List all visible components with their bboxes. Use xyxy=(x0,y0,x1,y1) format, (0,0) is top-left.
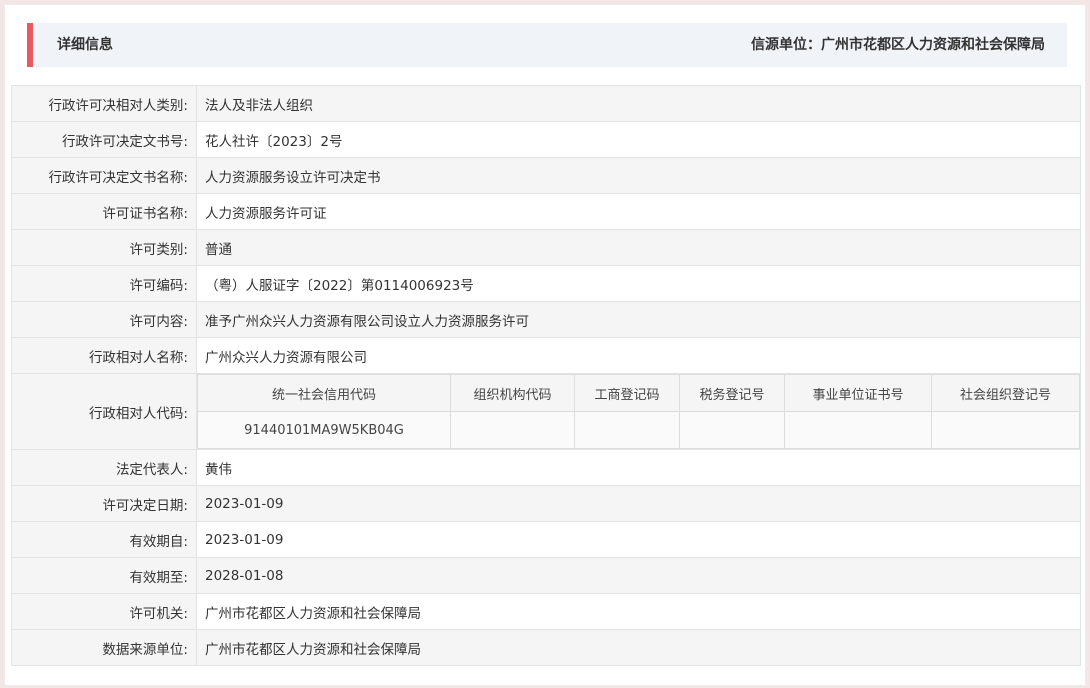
row-label: 许可内容: xyxy=(11,301,197,338)
codes-value xyxy=(574,411,680,449)
table-row: 行政相对人名称: 广州众兴人力资源有限公司 xyxy=(11,337,1081,374)
row-label: 许可证书名称: xyxy=(11,193,197,230)
table-row: 许可内容: 准予广州众兴人力资源有限公司设立人力资源服务许可 xyxy=(11,301,1081,338)
codes-table: 统一社会信用代码 组织机构代码 工商登记码 税务登记号 事业单位证书号 社会组织… xyxy=(197,374,1080,449)
row-label: 许可编码: xyxy=(11,265,197,302)
row-label: 许可类别: xyxy=(11,229,197,266)
codes-value-row: 91440101MA9W5KB04G xyxy=(197,411,1080,449)
row-value: 广州市花都区人力资源和社会保障局 xyxy=(196,593,1081,630)
row-value: 2023-01-09 xyxy=(196,521,1081,558)
row-value: 广州众兴人力资源有限公司 xyxy=(196,337,1081,374)
table-row: 许可编码: （粤）人服证字〔2022〕第0114006923号 xyxy=(11,265,1081,302)
row-label: 行政许可决定文书名称: xyxy=(11,157,197,194)
table-row-codes: 行政相对人代码: 统一社会信用代码 组织机构代码 工商登记码 税务登记号 事业单… xyxy=(11,373,1081,450)
row-value: 2023-01-09 xyxy=(196,485,1081,522)
codes-header: 统一社会信用代码 xyxy=(197,374,451,412)
codes-cell: 统一社会信用代码 组织机构代码 工商登记码 税务登记号 事业单位证书号 社会组织… xyxy=(196,373,1081,450)
codes-value xyxy=(784,411,932,449)
row-value: 普通 xyxy=(196,229,1081,266)
codes-header: 事业单位证书号 xyxy=(784,374,932,412)
table-row: 许可证书名称: 人力资源服务许可证 xyxy=(11,193,1081,230)
row-label: 有效期至: xyxy=(11,557,197,594)
row-value: 花人社许〔2023〕2号 xyxy=(196,121,1081,158)
table-row: 有效期自: 2023-01-09 xyxy=(11,521,1081,558)
row-value: 2028-01-08 xyxy=(196,557,1081,594)
row-value: 黄伟 xyxy=(196,449,1081,486)
header-title: 详细信息 xyxy=(57,37,113,53)
table-row: 数据来源单位: 广州市花都区人力资源和社会保障局 xyxy=(11,629,1081,666)
codes-value xyxy=(679,411,785,449)
row-label: 许可机关: xyxy=(11,593,197,630)
table-row: 行政许可决相对人类别: 法人及非法人组织 xyxy=(11,85,1081,122)
row-value: 人力资源服务许可证 xyxy=(196,193,1081,230)
table-row: 许可机关: 广州市花都区人力资源和社会保障局 xyxy=(11,593,1081,630)
header-source: 信源单位：广州市花都区人力资源和社会保障局 xyxy=(751,37,1045,53)
row-label: 法定代表人: xyxy=(11,449,197,486)
row-label: 数据来源单位: xyxy=(11,629,197,666)
table-row: 行政许可决定文书号: 花人社许〔2023〕2号 xyxy=(11,121,1081,158)
codes-header: 组织机构代码 xyxy=(450,374,575,412)
row-value: 广州市花都区人力资源和社会保障局 xyxy=(196,629,1081,666)
row-label: 行政许可决相对人类别: xyxy=(11,85,197,122)
codes-header: 工商登记码 xyxy=(574,374,680,412)
codes-value xyxy=(931,411,1080,449)
row-label: 有效期自: xyxy=(11,521,197,558)
codes-header: 税务登记号 xyxy=(679,374,785,412)
table-row: 有效期至: 2028-01-08 xyxy=(11,557,1081,594)
table-row: 法定代表人: 黄伟 xyxy=(11,449,1081,486)
table-row: 许可决定日期: 2023-01-09 xyxy=(11,485,1081,522)
row-label: 行政相对人代码: xyxy=(11,373,197,450)
table-row: 许可类别: 普通 xyxy=(11,229,1081,266)
detail-header: 详细信息 信源单位：广州市花都区人力资源和社会保障局 xyxy=(27,23,1067,67)
row-label: 许可决定日期: xyxy=(11,485,197,522)
row-value: 法人及非法人组织 xyxy=(196,85,1081,122)
detail-page: 详细信息 信源单位：广州市花都区人力资源和社会保障局 行政许可决相对人类别: 法… xyxy=(4,4,1086,686)
table-row: 行政许可决定文书名称: 人力资源服务设立许可决定书 xyxy=(11,157,1081,194)
codes-value: 91440101MA9W5KB04G xyxy=(197,411,451,449)
codes-header: 社会组织登记号 xyxy=(931,374,1080,412)
row-value: 人力资源服务设立许可决定书 xyxy=(196,157,1081,194)
codes-header-row: 统一社会信用代码 组织机构代码 工商登记码 税务登记号 事业单位证书号 社会组织… xyxy=(197,374,1080,412)
codes-value xyxy=(450,411,575,449)
row-value: 准予广州众兴人力资源有限公司设立人力资源服务许可 xyxy=(196,301,1081,338)
row-label: 行政相对人名称: xyxy=(11,337,197,374)
row-label: 行政许可决定文书号: xyxy=(11,121,197,158)
row-value: （粤）人服证字〔2022〕第0114006923号 xyxy=(196,265,1081,302)
detail-table: 行政许可决相对人类别: 法人及非法人组织 行政许可决定文书号: 花人社许〔202… xyxy=(11,85,1081,666)
